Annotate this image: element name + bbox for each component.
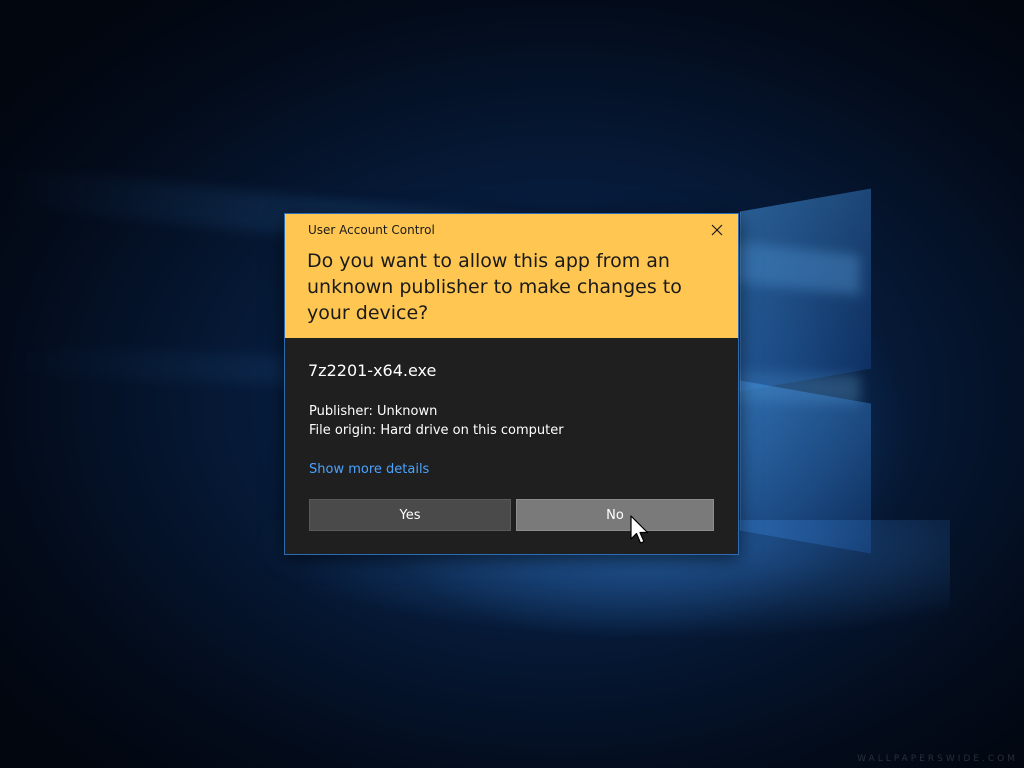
mouse-pointer-icon: [630, 515, 649, 544]
close-button[interactable]: [701, 219, 733, 241]
dialog-title: User Account Control: [308, 223, 435, 237]
close-icon: [711, 224, 723, 236]
file-origin-text: File origin: Hard drive on this computer: [309, 423, 564, 438]
wallpaper-watermark: WALLPAPERSWIDE.COM: [857, 754, 1018, 764]
dialog-question: Do you want to allow this app from an un…: [307, 250, 682, 324]
show-more-details-link[interactable]: Show more details: [309, 462, 429, 477]
uac-header: User Account Control Do you want to allo…: [285, 214, 738, 338]
uac-dialog: User Account Control Do you want to allo…: [284, 213, 739, 555]
app-name: 7z2201-x64.exe: [308, 361, 437, 380]
yes-button[interactable]: Yes: [309, 499, 511, 531]
window-pane-top: [740, 188, 871, 392]
no-button[interactable]: No: [516, 499, 714, 531]
publisher-text: Publisher: Unknown: [309, 404, 438, 419]
